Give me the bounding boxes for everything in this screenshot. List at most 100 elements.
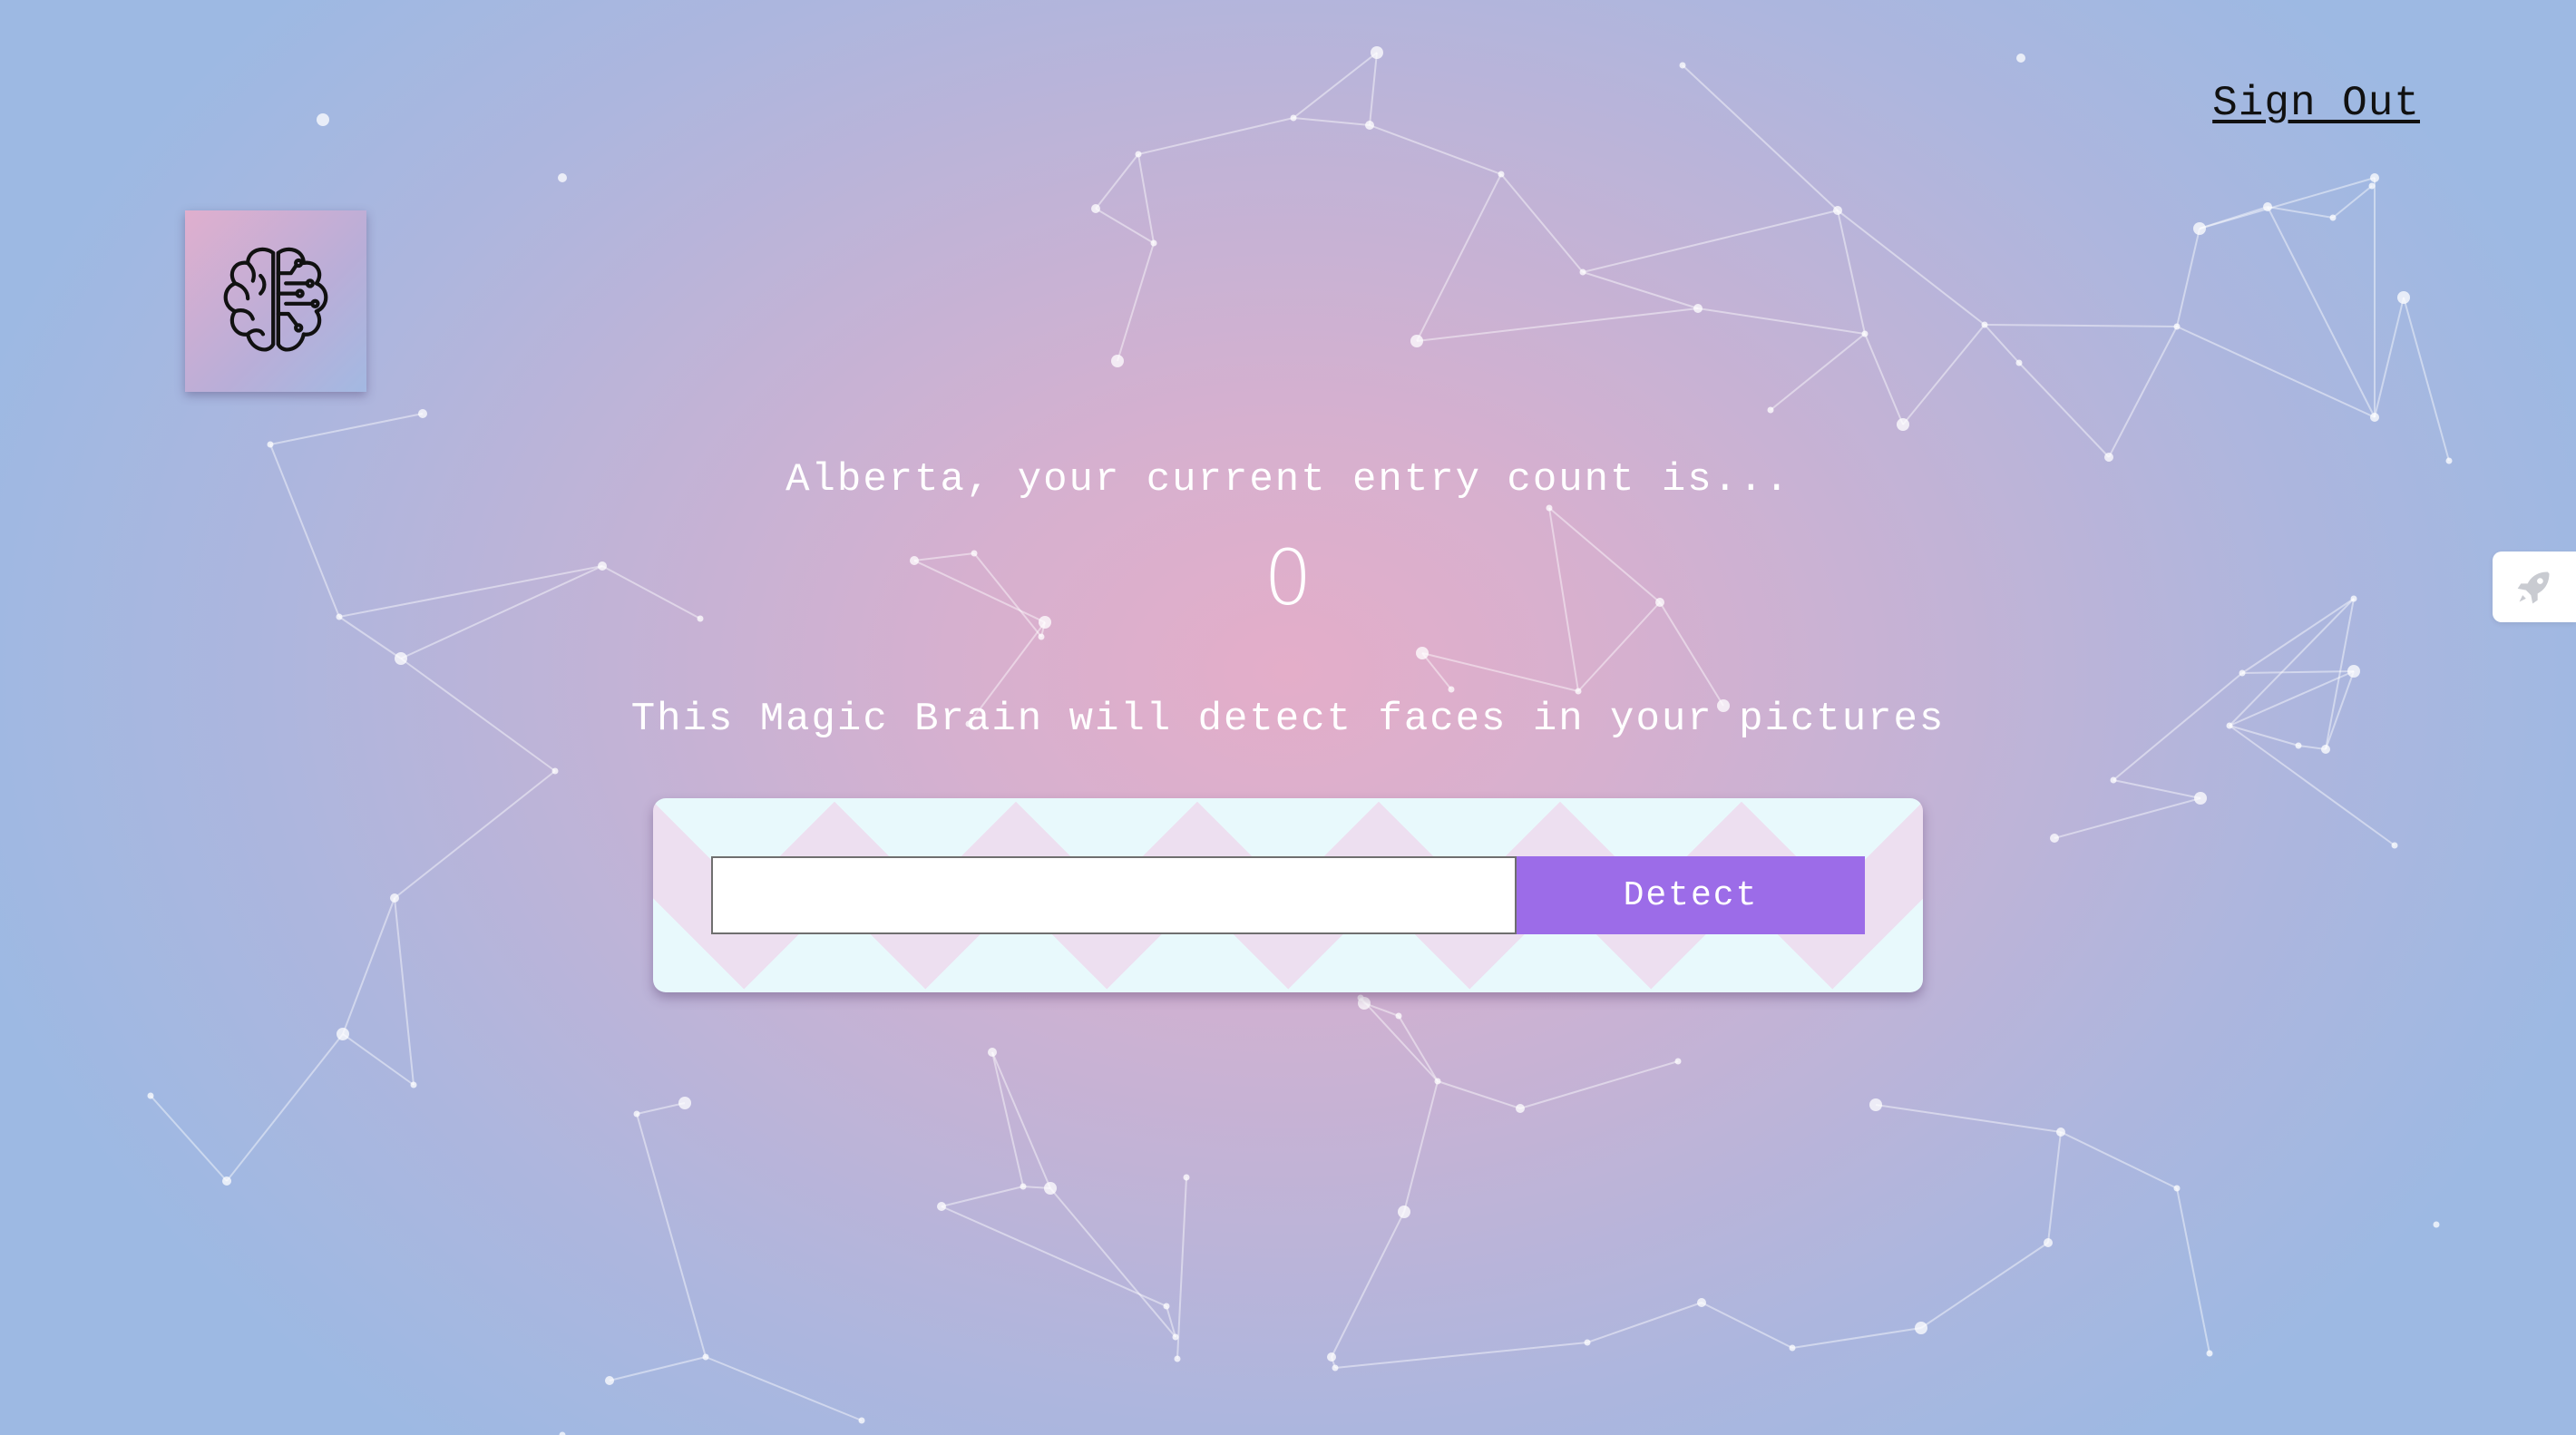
network-node xyxy=(605,1376,614,1385)
network-link xyxy=(2332,185,2373,219)
network-link xyxy=(1582,271,1699,309)
network-node xyxy=(702,1353,709,1361)
network-node xyxy=(395,652,407,665)
network-node xyxy=(1693,304,1703,313)
sign-out-link[interactable]: Sign Out xyxy=(2212,80,2420,127)
network-node xyxy=(2397,291,2410,304)
network-node xyxy=(2015,359,2023,366)
network-node xyxy=(2050,834,2059,843)
network-node xyxy=(1897,418,1909,431)
network-link xyxy=(1902,324,1986,425)
network-node xyxy=(418,409,427,418)
network-link xyxy=(342,897,395,1035)
network-link xyxy=(2267,206,2376,418)
network-node xyxy=(1546,504,1553,512)
network-node xyxy=(2016,54,2025,63)
network-link xyxy=(1421,652,1579,692)
network-link xyxy=(150,1095,228,1182)
network-node xyxy=(317,113,329,126)
network-node xyxy=(410,1081,417,1088)
logo[interactable] xyxy=(185,210,366,392)
detect-button[interactable]: Detect xyxy=(1517,856,1865,934)
network-link xyxy=(1791,1327,1922,1349)
network-node xyxy=(1869,1098,1882,1111)
network-node xyxy=(633,1110,640,1118)
network-link xyxy=(2060,1131,2178,1189)
network-link xyxy=(1984,324,2178,327)
network-node xyxy=(1498,171,1505,178)
network-node xyxy=(2295,742,2302,749)
network-node xyxy=(2329,214,2337,221)
network-node xyxy=(1172,1333,1179,1341)
network-node xyxy=(1020,1183,1027,1190)
network-node xyxy=(2347,665,2360,678)
network-link xyxy=(1682,64,1839,211)
network-link xyxy=(1582,210,1839,273)
network-link xyxy=(1697,308,1866,335)
network-link xyxy=(1920,1242,2049,1329)
network-link xyxy=(1095,153,1139,210)
network-link xyxy=(2108,326,2178,458)
network-node xyxy=(678,1097,691,1109)
network-node xyxy=(559,1431,566,1435)
network-node xyxy=(1584,1339,1591,1346)
network-node xyxy=(1091,204,1100,213)
network-node xyxy=(2263,202,2272,211)
network-node xyxy=(1579,268,1586,276)
network-link xyxy=(1519,1060,1679,1109)
network-node xyxy=(1861,330,1869,337)
network-node xyxy=(1767,406,1774,414)
network-node xyxy=(1915,1322,1927,1334)
network-link xyxy=(2403,297,2450,462)
network-link xyxy=(1137,117,1294,155)
brain-icon xyxy=(223,247,328,352)
network-link xyxy=(2176,326,2376,418)
app-tagline: This Magic Brain will detect faces in yo… xyxy=(630,697,1946,742)
network-link xyxy=(609,1356,707,1381)
network-link xyxy=(1701,1302,1793,1349)
network-node xyxy=(1410,335,1423,347)
network-link xyxy=(2113,779,2201,799)
network-node xyxy=(858,1417,865,1424)
network-node xyxy=(1674,1058,1682,1065)
network-link xyxy=(1437,1080,1521,1109)
network-node xyxy=(147,1092,154,1099)
network-link xyxy=(1875,1104,2062,1133)
network-link xyxy=(2047,1131,2062,1244)
network-node xyxy=(2370,413,2379,422)
network-link xyxy=(1331,1211,1405,1358)
network-node xyxy=(1434,1078,1441,1085)
network-link xyxy=(338,616,402,659)
network-link xyxy=(2374,297,2405,418)
network-node xyxy=(1395,1012,1402,1020)
network-node xyxy=(1679,62,1686,69)
network-link xyxy=(636,1113,707,1358)
network-node xyxy=(2110,776,2117,784)
network-node xyxy=(2056,1128,2065,1137)
network-node xyxy=(2368,182,2376,190)
network-node xyxy=(1135,151,1142,158)
network-node xyxy=(1044,1182,1057,1195)
network-link xyxy=(1864,333,1904,425)
network-link xyxy=(1360,997,1439,1082)
network-node xyxy=(1981,321,1988,328)
network-node xyxy=(1365,121,1374,130)
network-link xyxy=(1416,308,1699,342)
network-node xyxy=(2433,1221,2440,1228)
network-node xyxy=(558,173,567,182)
network-node xyxy=(1332,1364,1339,1372)
network-link xyxy=(1137,153,1155,244)
network-node xyxy=(1416,647,1429,659)
network-node xyxy=(1516,1104,1525,1113)
network-link xyxy=(1176,1176,1187,1360)
network-link xyxy=(394,897,415,1086)
network-node xyxy=(1111,355,1124,367)
network-node xyxy=(337,1028,349,1040)
image-url-input[interactable] xyxy=(711,856,1517,934)
network-node xyxy=(2044,1238,2053,1247)
network-node xyxy=(1789,1344,1796,1352)
network-node xyxy=(1183,1174,1190,1181)
network-node xyxy=(1697,1298,1706,1307)
network-link xyxy=(1984,324,2020,364)
network-link xyxy=(1586,1302,1703,1343)
